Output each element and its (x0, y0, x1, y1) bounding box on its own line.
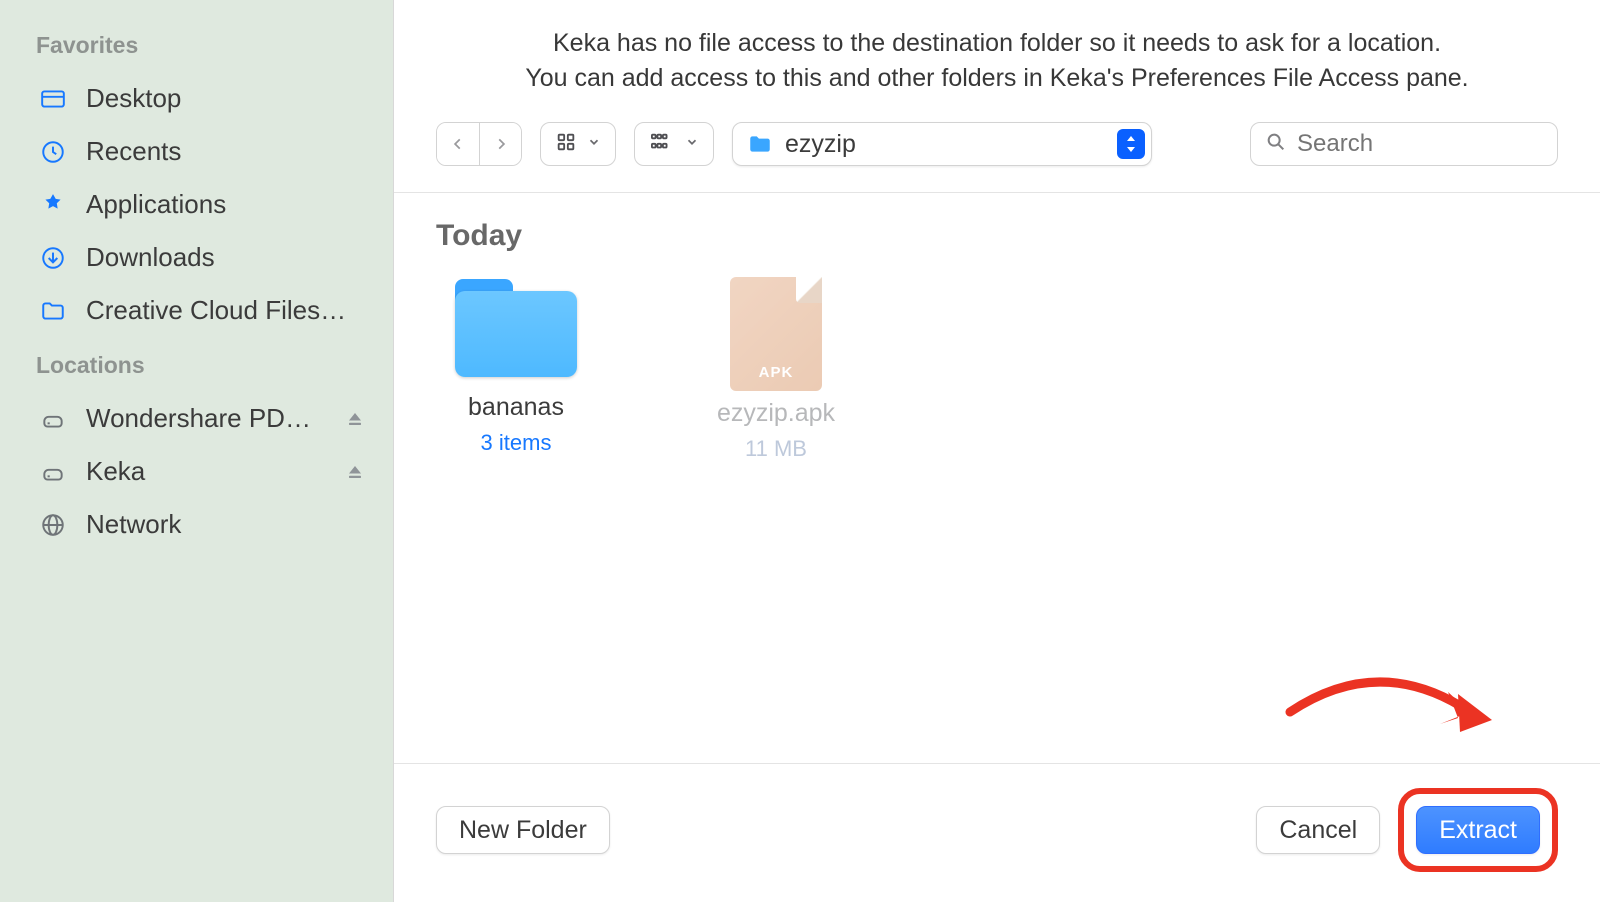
cancel-button[interactable]: Cancel (1256, 806, 1380, 854)
view-icons-button[interactable] (540, 122, 616, 166)
sidebar-item-label: Downloads (86, 242, 365, 273)
folder-icon (455, 277, 577, 377)
search-icon (1265, 131, 1287, 158)
extract-button[interactable]: Extract (1416, 806, 1540, 854)
apk-badge: APK (730, 364, 822, 381)
items-grid: bananas 3 items APK ezyzip.apk 11 MB (436, 277, 1558, 462)
nav-group (436, 122, 522, 166)
apps-icon (38, 190, 68, 220)
sidebar-item-downloads[interactable]: Downloads (28, 234, 375, 281)
chevron-down-icon (685, 135, 699, 154)
desktop-icon (38, 84, 68, 114)
sidebar-item-desktop[interactable]: Desktop (28, 75, 375, 122)
list-group-icon (649, 131, 675, 158)
clock-icon (38, 137, 68, 167)
disk-icon (38, 457, 68, 487)
sidebar-item-label: Keka (86, 456, 327, 487)
sidebar-item-label: Recents (86, 136, 365, 167)
group-header-today: Today (436, 211, 1558, 277)
chevron-down-icon (587, 135, 601, 154)
footer: New Folder Cancel Extract (394, 763, 1600, 902)
globe-icon (38, 510, 68, 540)
sidebar-item-network[interactable]: Network (28, 501, 375, 548)
extract-highlight: Extract (1398, 788, 1558, 872)
sidebar-item-keka[interactable]: Keka (28, 448, 375, 495)
disk-icon (38, 404, 68, 434)
apk-file-icon: APK (730, 277, 822, 391)
location-label: ezyzip (785, 130, 1105, 159)
locations-section-title: Locations (28, 340, 375, 389)
forward-button[interactable] (479, 123, 521, 165)
toolbar: ezyzip (394, 106, 1600, 192)
grid-icon (555, 131, 577, 158)
search-input[interactable] (1297, 130, 1600, 158)
info-line2: You can add access to this and other fol… (434, 61, 1560, 96)
new-folder-button[interactable]: New Folder (436, 806, 610, 854)
sidebar-item-wondershare[interactable]: Wondershare PD… (28, 395, 375, 442)
updown-icon (1117, 129, 1145, 159)
file-sub: 11 MB (745, 436, 807, 462)
main-panel: Keka has no file access to the destinati… (394, 0, 1600, 902)
back-button[interactable] (437, 123, 479, 165)
folder-icon (747, 131, 773, 157)
search-field[interactable] (1250, 122, 1558, 166)
sidebar-item-creative-cloud[interactable]: Creative Cloud Files… (28, 287, 375, 334)
sidebar-item-label: Creative Cloud Files… (86, 295, 365, 326)
file-name: bananas (468, 393, 564, 422)
eject-icon[interactable] (345, 409, 365, 429)
sidebar-item-applications[interactable]: Applications (28, 181, 375, 228)
file-name: ezyzip.apk (717, 399, 835, 428)
sidebar: Favorites Desktop Recents Applications D… (0, 0, 394, 902)
folder-icon (38, 296, 68, 326)
file-sub: 3 items (481, 430, 552, 456)
sidebar-item-label: Wondershare PD… (86, 403, 327, 434)
sidebar-item-recents[interactable]: Recents (28, 128, 375, 175)
eject-icon[interactable] (345, 462, 365, 482)
sidebar-item-label: Desktop (86, 83, 365, 114)
group-by-button[interactable] (634, 122, 714, 166)
info-message: Keka has no file access to the destinati… (394, 0, 1600, 106)
sidebar-item-label: Applications (86, 189, 365, 220)
sidebar-item-label: Network (86, 509, 365, 540)
info-line1: Keka has no file access to the destinati… (434, 26, 1560, 61)
folder-item-bananas[interactable]: bananas 3 items (436, 277, 596, 462)
favorites-section-title: Favorites (28, 20, 375, 69)
file-browser-content: Today bananas 3 items APK ezyzip.apk 11 … (394, 192, 1600, 763)
location-dropdown[interactable]: ezyzip (732, 122, 1152, 166)
download-icon (38, 243, 68, 273)
file-item-ezyzip-apk[interactable]: APK ezyzip.apk 11 MB (696, 277, 856, 462)
